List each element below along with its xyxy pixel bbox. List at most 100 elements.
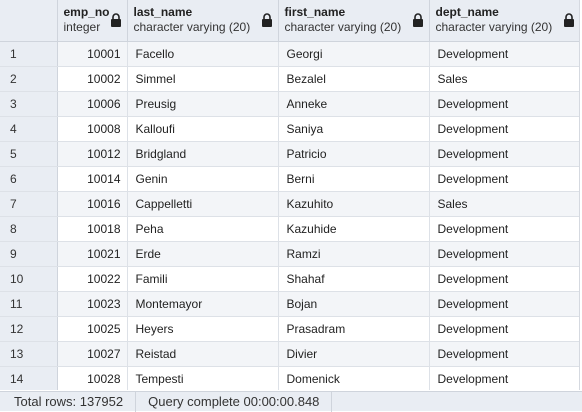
cell-dept-name[interactable]: Development xyxy=(429,41,579,67)
cell-last-name[interactable]: Cappelletti xyxy=(127,191,279,217)
cell-first-name[interactable]: Prasadram xyxy=(278,316,430,342)
table-row[interactable]: 1 10001 Facello Georgi Development xyxy=(0,41,579,67)
data-output-table: emp_no integer last_name character varyi… xyxy=(0,0,579,390)
cell-emp-no[interactable]: 10014 xyxy=(57,166,128,192)
cell-dept-name[interactable]: Development xyxy=(429,341,579,367)
row-number[interactable]: 12 xyxy=(0,316,58,342)
cell-emp-no[interactable]: 10012 xyxy=(57,141,128,167)
cell-last-name[interactable]: Tempesti xyxy=(127,366,279,390)
cell-dept-name[interactable]: Development xyxy=(429,291,579,317)
cell-dept-name[interactable]: Development xyxy=(429,241,579,267)
cell-dept-name[interactable]: Sales xyxy=(429,191,579,217)
cell-emp-no[interactable]: 10025 xyxy=(57,316,128,342)
cell-first-name[interactable]: Kazuhito xyxy=(278,191,430,217)
cell-dept-name[interactable]: Development xyxy=(429,141,579,167)
cell-first-name[interactable]: Anneke xyxy=(278,91,430,117)
cell-emp-no[interactable]: 10027 xyxy=(57,341,128,367)
table-row[interactable]: 14 10028 Tempesti Domenick Development xyxy=(0,366,579,390)
column-name: last_name xyxy=(133,5,193,20)
table-row[interactable]: 11 10023 Montemayor Bojan Development xyxy=(0,291,579,317)
row-number[interactable]: 9 xyxy=(0,241,58,267)
cell-last-name[interactable]: Heyers xyxy=(127,316,279,342)
table-row[interactable]: 12 10025 Heyers Prasadram Development xyxy=(0,316,579,342)
lock-icon xyxy=(110,13,121,27)
cell-emp-no[interactable]: 10022 xyxy=(57,266,128,292)
table-row[interactable]: 3 10006 Preusig Anneke Development xyxy=(0,91,579,117)
status-bar: Total rows: 137952 Query complete 00:00:… xyxy=(0,391,582,412)
cell-first-name[interactable]: Georgi xyxy=(278,41,430,67)
table-row[interactable]: 13 10027 Reistad Divier Development xyxy=(0,341,579,367)
cell-emp-no[interactable]: 10028 xyxy=(57,366,128,390)
cell-dept-name[interactable]: Development xyxy=(429,266,579,292)
table-row[interactable]: 10 10022 Famili Shahaf Development xyxy=(0,266,579,292)
cell-first-name[interactable]: Kazuhide xyxy=(278,216,430,242)
table-row[interactable]: 7 10016 Cappelletti Kazuhito Sales xyxy=(0,191,579,217)
column-header-last-name[interactable]: last_name character varying (20) xyxy=(127,0,279,42)
table-row[interactable]: 4 10008 Kalloufi Saniya Development xyxy=(0,116,579,142)
column-header-emp-no[interactable]: emp_no integer xyxy=(57,0,128,42)
cell-last-name[interactable]: Famili xyxy=(127,266,279,292)
table-body: 1 10001 Facello Georgi Development 2 10002 Simm… xyxy=(0,41,579,390)
row-number-header[interactable] xyxy=(0,0,58,42)
cell-last-name[interactable]: Bridgland xyxy=(127,141,279,167)
cell-dept-name[interactable]: Development xyxy=(429,216,579,242)
cell-dept-name[interactable]: Development xyxy=(429,116,579,142)
cell-emp-no[interactable]: 10001 xyxy=(57,41,128,67)
cell-emp-no[interactable]: 10006 xyxy=(57,91,128,117)
row-number[interactable]: 4 xyxy=(0,116,58,142)
column-type: character varying (20) xyxy=(435,20,553,35)
cell-dept-name[interactable]: Development xyxy=(429,166,579,192)
cell-emp-no[interactable]: 10002 xyxy=(57,66,128,92)
column-header-dept-name[interactable]: dept_name character varying (20) xyxy=(429,0,579,42)
row-number[interactable]: 7 xyxy=(0,191,58,217)
row-number[interactable]: 6 xyxy=(0,166,58,192)
cell-last-name[interactable]: Montemayor xyxy=(127,291,279,317)
row-number[interactable]: 13 xyxy=(0,341,58,367)
table-row[interactable]: 2 10002 Simmel Bezalel Sales xyxy=(0,66,579,92)
column-header-first-name[interactable]: first_name character varying (20) xyxy=(278,0,430,42)
cell-emp-no[interactable]: 10008 xyxy=(57,116,128,142)
cell-dept-name[interactable]: Development xyxy=(429,91,579,117)
total-rows-status: Total rows: 137952 xyxy=(0,391,137,412)
row-number[interactable]: 8 xyxy=(0,216,58,242)
cell-emp-no[interactable]: 10018 xyxy=(57,216,128,242)
cell-first-name[interactable]: Divier xyxy=(278,341,430,367)
table-row[interactable]: 5 10012 Bridgland Patricio Development xyxy=(0,141,579,167)
row-number[interactable]: 2 xyxy=(0,66,58,92)
cell-last-name[interactable]: Preusig xyxy=(127,91,279,117)
cell-emp-no[interactable]: 10016 xyxy=(57,191,128,217)
column-name: dept_name xyxy=(435,5,499,20)
lock-icon xyxy=(563,13,574,27)
cell-last-name[interactable]: Genin xyxy=(127,166,279,192)
cell-dept-name[interactable]: Sales xyxy=(429,66,579,92)
cell-emp-no[interactable]: 10023 xyxy=(57,291,128,317)
cell-first-name[interactable]: Berni xyxy=(278,166,430,192)
table-row[interactable]: 9 10021 Erde Ramzi Development xyxy=(0,241,579,267)
cell-dept-name[interactable]: Development xyxy=(429,316,579,342)
cell-first-name[interactable]: Domenick xyxy=(278,366,430,390)
column-type: character varying (20) xyxy=(133,20,251,35)
cell-first-name[interactable]: Saniya xyxy=(278,116,430,142)
row-number[interactable]: 14 xyxy=(0,366,58,390)
row-number[interactable]: 5 xyxy=(0,141,58,167)
row-number[interactable]: 1 xyxy=(0,41,58,67)
row-number[interactable]: 10 xyxy=(0,266,58,292)
cell-first-name[interactable]: Ramzi xyxy=(278,241,430,267)
cell-last-name[interactable]: Simmel xyxy=(127,66,279,92)
row-number[interactable]: 11 xyxy=(0,291,58,317)
cell-last-name[interactable]: Kalloufi xyxy=(127,116,279,142)
cell-first-name[interactable]: Bezalel xyxy=(278,66,430,92)
cell-last-name[interactable]: Peha xyxy=(127,216,279,242)
cell-last-name[interactable]: Reistad xyxy=(127,341,279,367)
row-number[interactable]: 3 xyxy=(0,91,58,117)
cell-dept-name[interactable]: Development xyxy=(429,366,579,390)
cell-last-name[interactable]: Facello xyxy=(127,41,279,67)
cell-first-name[interactable]: Bojan xyxy=(278,291,430,317)
column-type: character varying (20) xyxy=(284,20,402,35)
cell-first-name[interactable]: Shahaf xyxy=(278,266,430,292)
cell-first-name[interactable]: Patricio xyxy=(278,141,430,167)
table-row[interactable]: 8 10018 Peha Kazuhide Development xyxy=(0,216,579,242)
table-row[interactable]: 6 10014 Genin Berni Development xyxy=(0,166,579,192)
cell-last-name[interactable]: Erde xyxy=(127,241,279,267)
cell-emp-no[interactable]: 10021 xyxy=(57,241,128,267)
